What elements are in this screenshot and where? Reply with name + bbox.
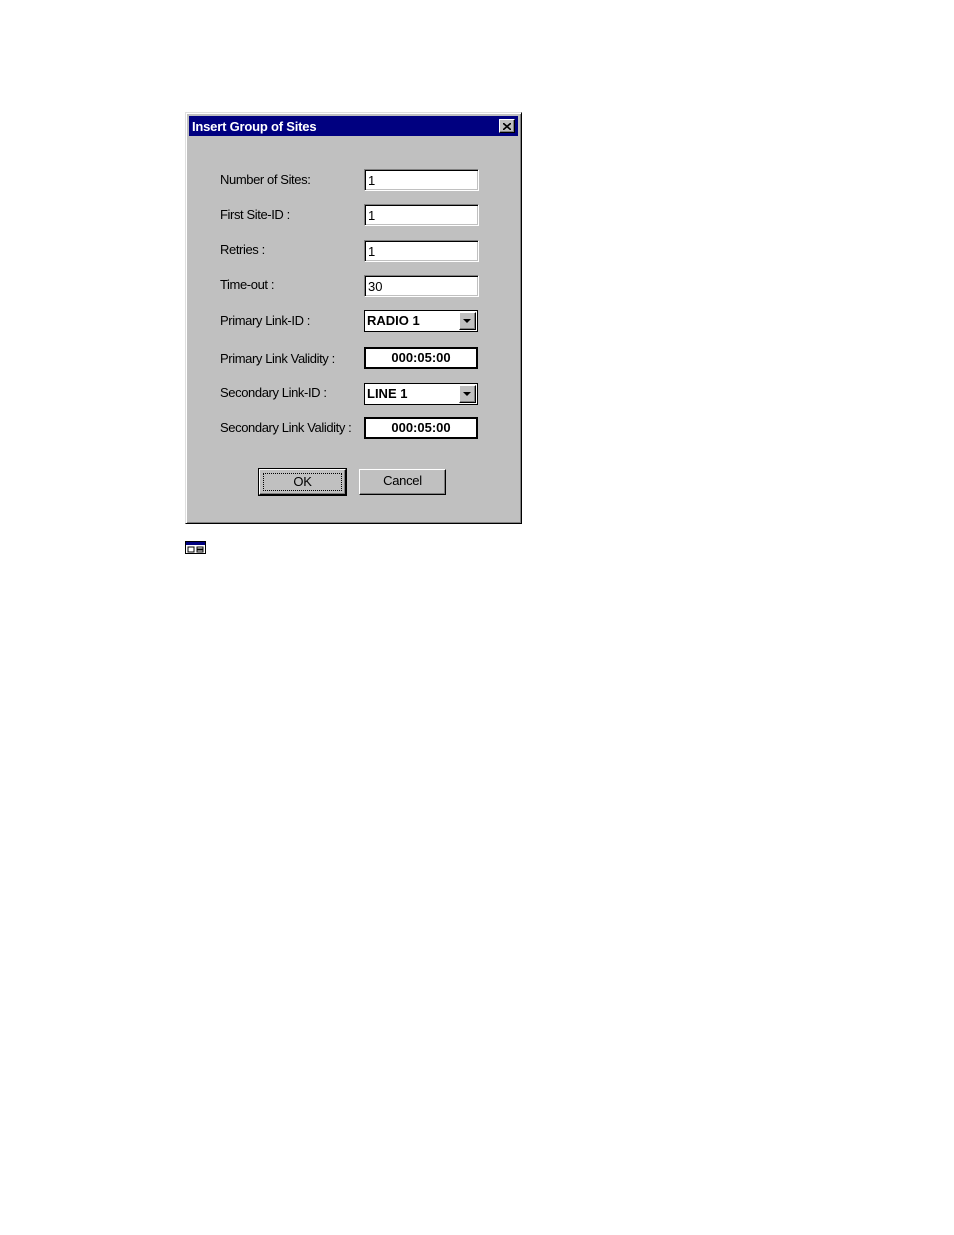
dialog-title: Insert Group of Sites xyxy=(192,119,317,134)
timeout-input[interactable]: 30 xyxy=(364,275,479,297)
secondary-link-validity-input[interactable]: 000:05:00 xyxy=(364,417,478,439)
chevron-down-icon[interactable] xyxy=(459,312,476,330)
secondary-link-id-label: Secondary Link-ID : xyxy=(220,385,327,400)
primary-link-id-select[interactable]: RADIO 1 xyxy=(364,310,478,332)
timeout-label: Time-out : xyxy=(220,277,275,292)
dialog-titlebar[interactable]: Insert Group of Sites xyxy=(189,116,518,136)
number-of-sites-input[interactable]: 1 xyxy=(364,169,479,191)
close-icon xyxy=(503,122,511,130)
cancel-button[interactable]: Cancel xyxy=(359,469,446,495)
dialog-window-icon xyxy=(185,541,206,554)
number-of-sites-label: Number of Sites: xyxy=(220,172,311,187)
insert-group-of-sites-dialog: Insert Group of Sites Number of Sites: 1… xyxy=(185,112,522,524)
ok-button[interactable]: OK xyxy=(258,468,347,496)
secondary-link-validity-label: Secondary Link Validity : xyxy=(220,420,352,435)
retries-label: Retries : xyxy=(220,242,265,257)
secondary-link-id-select[interactable]: LINE 1 xyxy=(364,383,478,405)
primary-link-validity-input[interactable]: 000:05:00 xyxy=(364,347,478,369)
close-button[interactable] xyxy=(499,119,515,133)
ok-button-label: OK xyxy=(263,473,342,491)
primary-link-id-value: RADIO 1 xyxy=(367,313,420,328)
primary-link-validity-label: Primary Link Validity : xyxy=(220,351,335,366)
first-site-id-label: First Site-ID : xyxy=(220,207,290,222)
primary-link-id-label: Primary Link-ID : xyxy=(220,313,310,328)
chevron-down-icon[interactable] xyxy=(459,385,476,403)
first-site-id-input[interactable]: 1 xyxy=(364,204,479,226)
retries-input[interactable]: 1 xyxy=(364,240,479,262)
secondary-link-id-value: LINE 1 xyxy=(367,386,408,401)
